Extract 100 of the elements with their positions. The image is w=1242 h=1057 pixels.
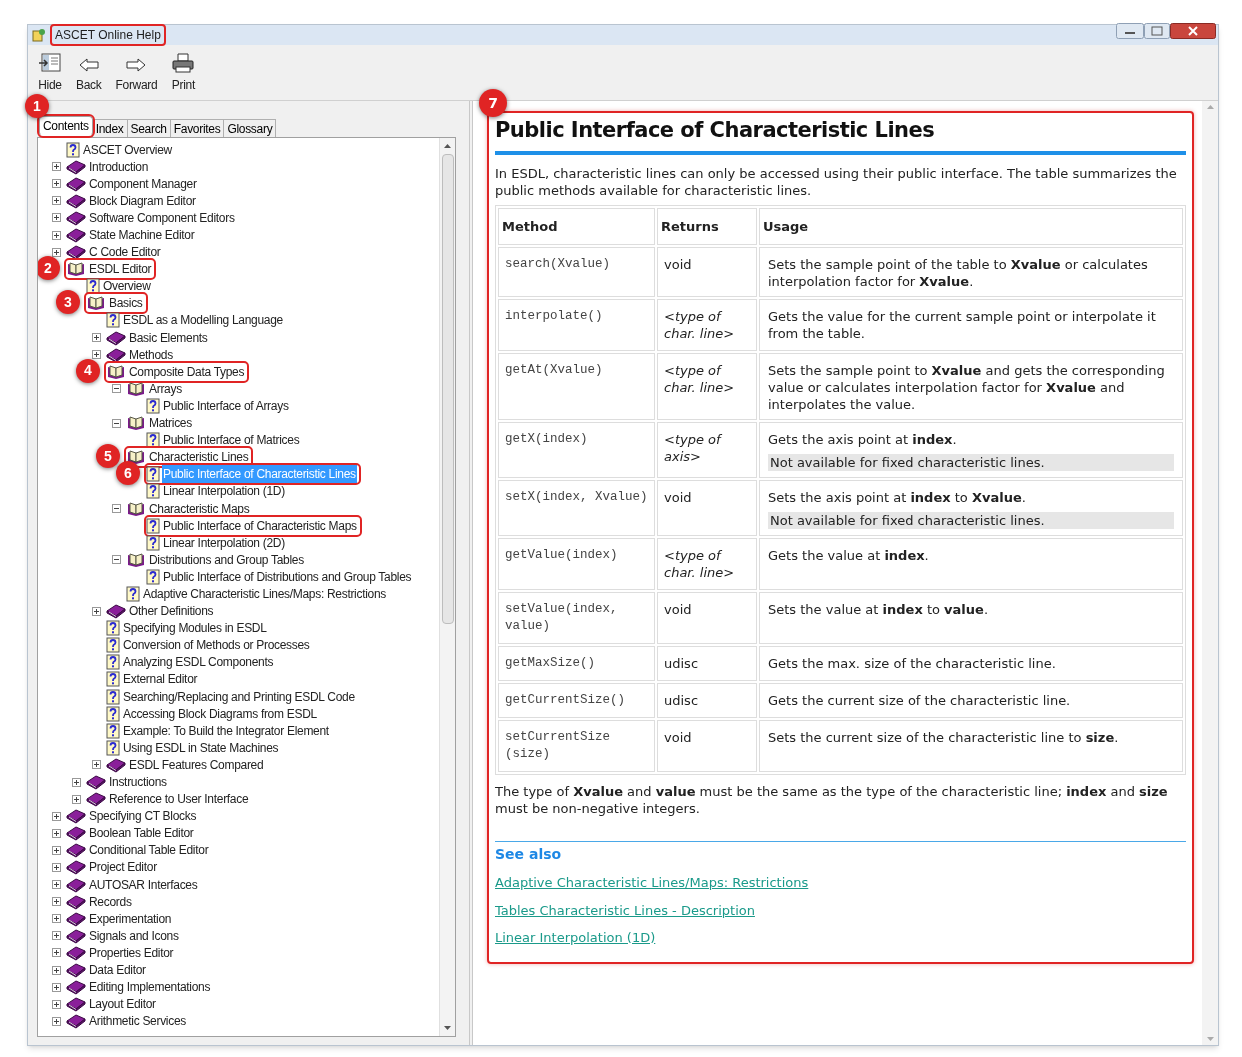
tree-item[interactable]: Public Interface of Distributions and Group Tables <box>162 567 413 586</box>
tree-item[interactable]: Overview <box>102 277 152 296</box>
tree-item[interactable]: Specifying Modules in ESDL <box>122 619 268 638</box>
tree-item[interactable]: Using ESDL in State Machines <box>122 738 280 757</box>
tree-item[interactable]: Records <box>88 892 133 911</box>
toolbar-button[interactable]: Hide <box>38 53 62 94</box>
tree-item[interactable]: Properties Editor <box>88 943 175 962</box>
tree-item[interactable]: Instructions <box>108 773 168 791</box>
tree-item[interactable]: Editing Implementations <box>88 978 212 997</box>
tree-item[interactable]: Project Editor <box>88 858 158 877</box>
expand-icon[interactable] <box>52 845 61 855</box>
tree-item[interactable]: Composite Data Types <box>128 362 246 381</box>
tree-item[interactable]: Linear Interpolation (1D) <box>162 482 286 501</box>
tree-item[interactable]: Signals and Icons <box>88 926 180 945</box>
close-icon[interactable] <box>1170 23 1216 39</box>
expand-icon[interactable] <box>92 350 101 360</box>
expand-icon[interactable] <box>92 760 101 770</box>
tree-item[interactable]: Accessing Block Diagrams from ESDL <box>122 704 318 723</box>
expand-icon[interactable] <box>52 931 61 941</box>
tree-item[interactable]: Characteristic Maps <box>148 499 251 518</box>
expand-icon[interactable] <box>52 1016 61 1026</box>
tree-item[interactable]: Layout Editor <box>88 995 157 1014</box>
tree-item[interactable]: Software Component Editors <box>88 208 236 227</box>
tree-item[interactable]: Searching/Replacing and Printing ESDL Code <box>122 687 356 706</box>
tree-item[interactable]: Conversion of Methods or Processes <box>122 636 311 655</box>
link[interactable]: Tables Characteristic Lines - Description <box>495 900 755 920</box>
expand-icon[interactable] <box>52 880 61 890</box>
see-also-heading: See also <box>495 845 563 864</box>
expand-icon[interactable] <box>52 179 61 189</box>
tree-item[interactable]: External Editor <box>122 670 199 689</box>
tree-item[interactable]: Conditional Table Editor <box>88 841 210 860</box>
tree-item[interactable]: ESDL Editor <box>88 260 153 279</box>
tree-item[interactable]: Basics <box>108 294 144 313</box>
expand-icon[interactable] <box>52 914 61 924</box>
tree-item[interactable]: Distributions and Group Tables <box>148 550 305 569</box>
tree-item[interactable]: Other Definitions <box>128 602 215 621</box>
toolbar-button[interactable]: Print <box>171 53 196 94</box>
expand-icon[interactable] <box>52 230 61 240</box>
tree-item[interactable]: Public Interface of Arrays <box>162 396 290 415</box>
tree-item[interactable]: Basic Elements <box>128 328 209 347</box>
tree-item[interactable]: ESDL Features Compared <box>128 755 265 774</box>
tree-item[interactable]: Example: To Build the Integrator Element <box>122 721 330 740</box>
tree-item[interactable]: Experimentation <box>88 909 173 928</box>
tree-item[interactable]: ASCET Overview <box>82 140 173 159</box>
callout-number: 6 <box>116 461 140 486</box>
link[interactable]: Linear Interpolation (1D) <box>495 928 656 948</box>
tree-item[interactable]: AUTOSAR Interfaces <box>88 875 199 894</box>
tree-item[interactable]: ESDL as a Modelling Language <box>122 311 284 330</box>
tree-item[interactable]: Arrays <box>148 379 183 398</box>
tree-item[interactable]: Specifying CT Blocks <box>88 807 198 826</box>
expand-icon[interactable] <box>52 811 61 821</box>
scroll-thumb[interactable] <box>441 154 454 624</box>
link[interactable]: Adaptive Characteristic Lines/Maps: Restrictions <box>495 873 809 893</box>
collapse-icon[interactable] <box>112 555 121 565</box>
collapse-icon[interactable] <box>112 384 121 394</box>
tree-item[interactable]: Block Diagram Editor <box>88 191 197 210</box>
expand-icon[interactable] <box>52 213 61 223</box>
scrollbar[interactable] <box>439 138 455 1036</box>
collapse-icon[interactable] <box>112 418 121 428</box>
tree-item[interactable]: C Code Editor <box>88 243 162 262</box>
expand-icon[interactable] <box>52 897 61 907</box>
expand-icon[interactable] <box>52 247 61 257</box>
collapse-icon[interactable] <box>112 504 121 513</box>
tree-item[interactable]: Data Editor <box>88 961 147 980</box>
expand-icon[interactable] <box>52 828 61 838</box>
tree-item[interactable]: Methods <box>128 345 174 364</box>
help-app-icon <box>32 28 46 42</box>
tab[interactable]: Glossary <box>223 119 277 137</box>
tree-item[interactable]: Public Interface of Matrices <box>162 431 301 450</box>
expand-icon[interactable] <box>52 162 61 172</box>
tree-item[interactable]: Boolean Table Editor <box>88 824 195 843</box>
tree-item[interactable]: Adaptive Characteristic Lines/Maps: Restrictions <box>142 585 388 603</box>
tree-item[interactable]: Matrices <box>148 414 193 433</box>
tree-item[interactable]: Characteristic Lines <box>148 448 250 467</box>
tree-item[interactable]: Arithmetic Services <box>88 1012 187 1031</box>
expand-icon[interactable] <box>52 982 61 992</box>
expand-icon[interactable] <box>52 965 61 975</box>
note-bar: Not available for fixed characteristic lines. <box>768 512 1174 529</box>
tree-item[interactable]: Reference to User Interface <box>108 790 250 809</box>
tree-item[interactable]: Linear Interpolation (2D) <box>162 533 286 552</box>
expand-icon[interactable] <box>52 863 61 872</box>
tree-item[interactable]: Component Manager <box>88 174 198 193</box>
expand-icon[interactable] <box>52 196 61 206</box>
tree-item[interactable]: Analyzing ESDL Components <box>122 653 275 672</box>
minimize-icon[interactable] <box>1116 23 1144 39</box>
expand-icon[interactable] <box>72 777 81 787</box>
expand-icon[interactable] <box>92 333 101 343</box>
toolbar-button[interactable]: Forward <box>115 57 158 94</box>
expand-icon[interactable] <box>92 606 101 616</box>
scroll-down-icon[interactable] <box>444 1026 451 1030</box>
tree-item[interactable]: Introduction <box>88 157 150 176</box>
expand-icon[interactable] <box>52 948 61 958</box>
expand-icon[interactable] <box>52 999 61 1009</box>
expand-icon[interactable] <box>72 794 81 804</box>
tab[interactable]: Contents <box>39 116 93 136</box>
tab[interactable]: Index <box>91 119 128 137</box>
tree-item[interactable]: Public Interface of Characteristic Maps <box>162 516 358 535</box>
toolbar-button[interactable]: Back <box>76 57 102 94</box>
scroll-up-icon[interactable] <box>444 144 451 148</box>
tree-item[interactable]: State Machine Editor <box>88 226 196 244</box>
